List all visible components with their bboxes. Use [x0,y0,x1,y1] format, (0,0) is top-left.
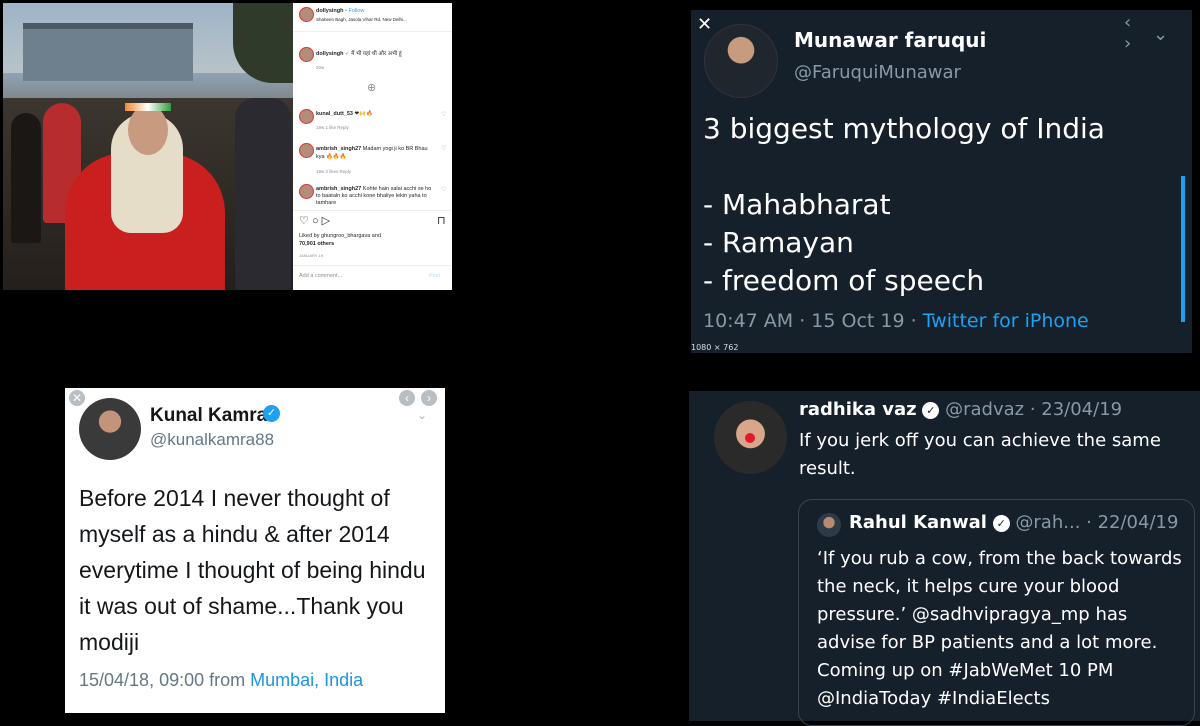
heart-icon[interactable]: ♡ [441,111,446,118]
verified-icon: ✓ [922,401,940,419]
divider [293,210,452,211]
username[interactable]: dollysingh [316,8,344,14]
avatar[interactable] [299,143,314,158]
scrollbar[interactable] [1181,176,1185,322]
verified-icon: ✓ [992,514,1010,532]
user-handle[interactable]: @kunalkamra88 [150,430,274,450]
user-handle-date[interactable]: @radvaz · 23/04/19 [945,399,1122,420]
tweet-text-line: - Mahabharat [703,188,891,221]
chevron-down-icon[interactable]: ⌄ [1153,24,1168,45]
comment-input[interactable]: Add a comment... [299,273,342,279]
quoted-handle-date[interactable]: @rah... · 22/04/19 [1015,512,1178,533]
quoted-tweet[interactable]: Rahul Kanwal ✓ @rah... · 22/04/19 ‘If yo… [798,499,1195,726]
heart-icon[interactable]: ♡ [441,145,446,152]
quoted-display-name[interactable]: Rahul Kanwal [849,512,987,533]
caption-time: 20w [316,65,325,70]
photo-person [235,98,291,290]
display-name[interactable]: Munawar faruqui [794,28,986,52]
tweet-text-line: 3 biggest mythology of India [703,112,1105,145]
quoted-tweet-text: ‘If you rub a cow, from the back towards… [817,548,1182,709]
load-more-icon[interactable]: ⊕ [367,81,376,94]
like-icon[interactable]: ♡ [299,215,309,227]
display-name[interactable]: Kunal Kamra [150,405,267,427]
avatar[interactable] [704,24,778,98]
avatar[interactable] [299,109,314,124]
photo-footbridge [23,23,193,81]
post-date: JANUARY 19 [299,253,324,258]
tweet-timestamp[interactable]: 15/04/18, 09:00 from [79,670,250,690]
bookmark-icon[interactable]: ⊓ [437,214,446,227]
post-button[interactable]: Post [429,273,440,279]
tweet-text-line: - freedom of speech [703,264,985,297]
comment-text: ❤🙌🔥 [354,111,373,117]
comment-user[interactable]: ambrish_singh27 [316,186,361,192]
location-link[interactable]: Mumbai, India [250,670,363,690]
tweet-munawar: ✕ Munawar faruqui @FaruquiMunawar ‹ › ⌄ … [691,10,1192,353]
share-icon[interactable]: ▷ [322,215,330,227]
prev-icon[interactable]: ‹ [399,390,415,406]
comment-meta[interactable]: 19w 1 like Reply [316,125,349,130]
tweet-text: If you jerk off you can achieve the same… [799,430,1161,479]
verified-icon: ✓ [263,405,280,422]
avatar[interactable] [817,513,841,537]
clown-nose [745,433,755,443]
caption-text: मैं भी यहां थी और अभी हूं [351,51,402,57]
caption-user[interactable]: dollysingh [316,51,344,57]
user-handle[interactable]: @FaruquiMunawar [794,62,961,83]
location[interactable]: Shaheen Bagh, Jasola Vihar Rd, New Delhi… [316,17,407,22]
avatar[interactable] [299,7,314,22]
photo-person [11,113,41,243]
photo-tricolor-band [125,103,171,111]
post-sidebar: dollysingh • Follow Shaheen Bagh, Jasola… [293,3,452,290]
follow-button[interactable]: Follow [349,8,365,14]
heart-icon[interactable]: ♡ [441,186,446,193]
tweet-timestamp[interactable]: 10:47 AM · 15 Oct 19 · [703,310,923,332]
avatar[interactable] [79,398,141,460]
divider [293,265,452,266]
comment-meta[interactable]: 19w 2 likes Reply [316,169,351,174]
divider [293,31,452,32]
comment-icon[interactable]: ○ [312,215,319,227]
chevron-down-icon[interactable]: ⌄ [417,408,427,422]
tweet-radhika: radhika vaz ✓ @radvaz · 23/04/19 If you … [689,391,1200,726]
next-icon[interactable]: › [421,390,437,406]
tweet-kunal: ✕ ‹ › ⌄ Kunal Kamra ✓ @kunalkamra88 Befor… [65,388,445,713]
tweet-text-line: - Ramayan [703,226,854,259]
post-photo [3,3,293,290]
liked-by[interactable]: Liked by ghungroo_bhargava and [299,233,381,239]
likes-count[interactable]: 70,901 others [299,241,334,247]
comment-user[interactable]: kunal_dutt_53 [316,111,353,117]
tweet-text: Before 2014 I never thought of myself as… [79,485,426,655]
photo-face [128,105,168,155]
close-icon[interactable]: ✕ [69,390,85,406]
comment-user[interactable]: ambrish_singh27 [316,146,361,152]
image-dimensions: 1080 × 762 [691,343,739,352]
display-name[interactable]: radhika vaz [799,399,917,420]
avatar[interactable] [299,47,314,62]
avatar[interactable] [299,184,314,199]
instagram-post: dollysingh • Follow Shaheen Bagh, Jasola… [3,3,452,290]
close-icon[interactable]: ✕ [697,14,712,35]
tweet-source-link[interactable]: Twitter for iPhone [923,310,1089,332]
